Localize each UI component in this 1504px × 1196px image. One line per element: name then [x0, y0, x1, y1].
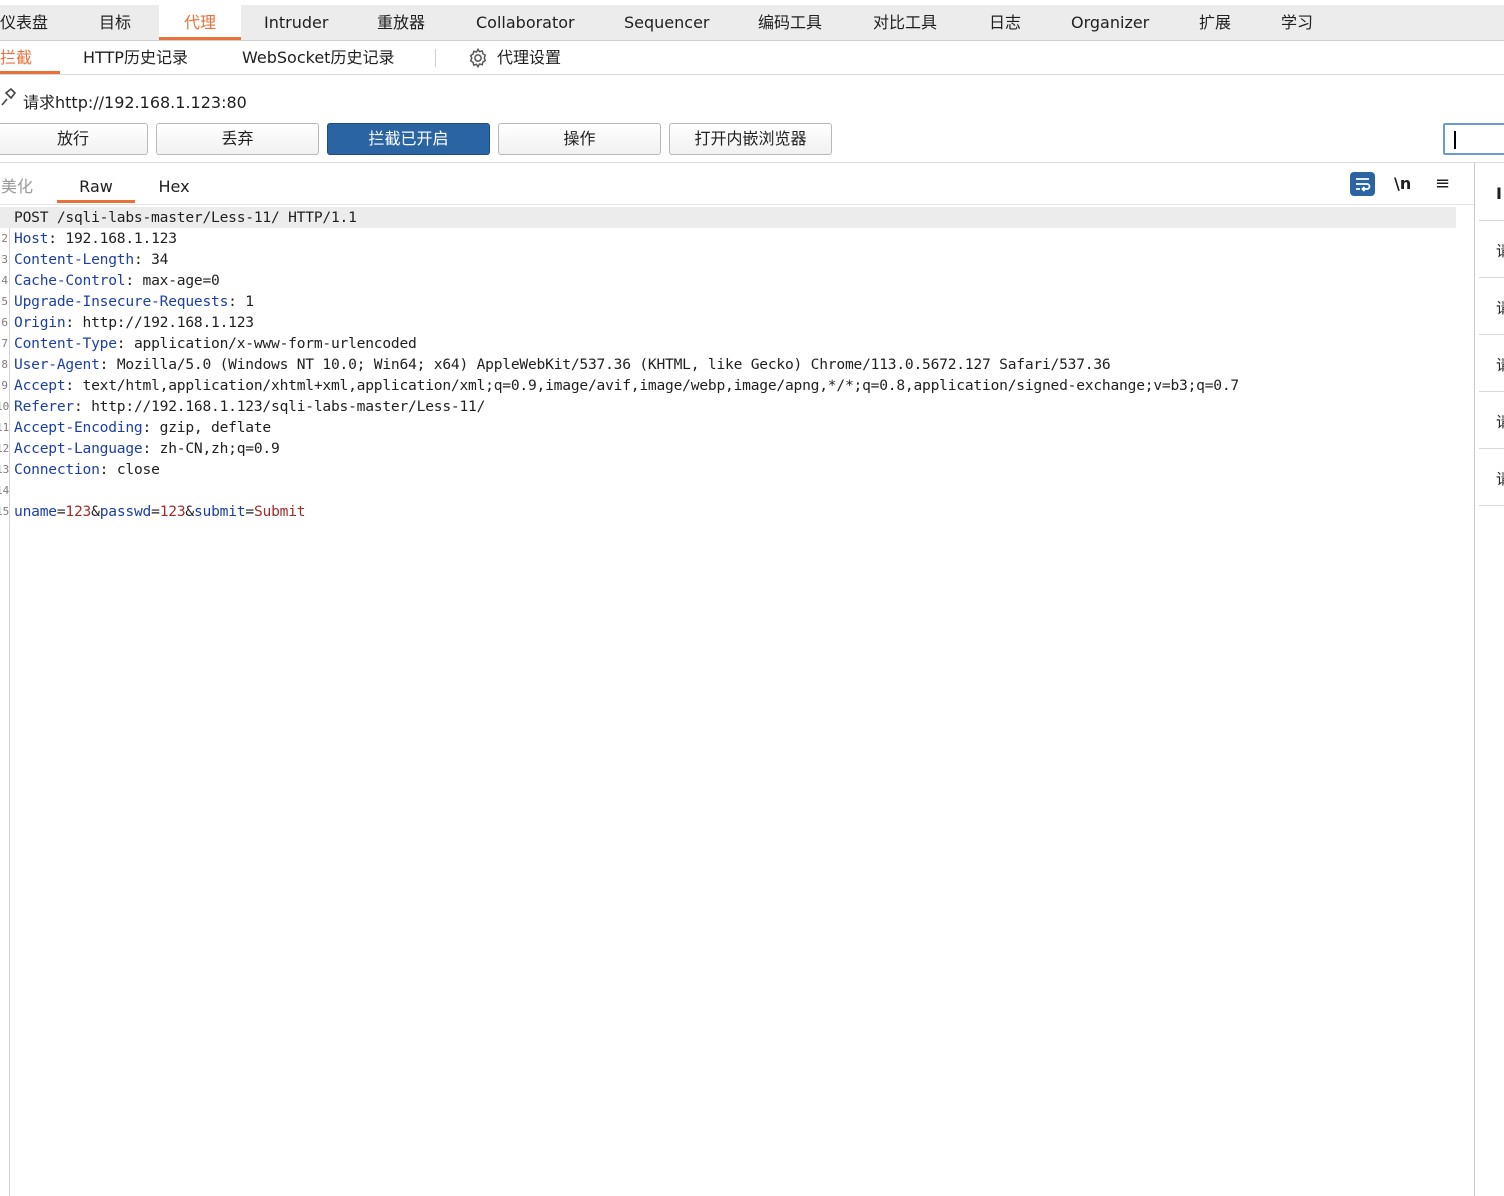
header-name: Accept — [14, 377, 66, 394]
param-key: uname — [14, 503, 57, 520]
header-value: 1 — [245, 293, 254, 310]
inspector-section[interactable]: 请 — [1496, 241, 1504, 261]
header-value: text/html,application/xhtml+xml,applicat… — [82, 377, 1240, 394]
inspector-divider — [1479, 505, 1504, 506]
header-value: max-age=0 — [142, 272, 220, 289]
header-name: Accept-Language — [14, 440, 143, 457]
header-line: Content-Type: application/x-www-form-url… — [14, 335, 417, 352]
header-name: User-Agent — [14, 356, 100, 373]
view-tab-hex[interactable]: Hex — [158, 176, 190, 203]
inspector-divider — [1479, 391, 1504, 392]
inspector-divider — [1479, 448, 1504, 449]
subtab-websocket-history[interactable]: WebSocket历史记录 — [242, 41, 394, 74]
subtab-proxy-settings[interactable]: 代理设置 — [497, 41, 561, 74]
pin-icon — [1, 88, 16, 106]
header-value: application/x-www-form-urlencoded — [133, 335, 417, 352]
tab-decoder[interactable]: 编码工具 — [758, 5, 822, 40]
tab-organizer[interactable]: Organizer — [1071, 5, 1149, 40]
header-name: Accept-Encoding — [14, 419, 143, 436]
inspector-title: I — [1496, 184, 1502, 203]
request-body-line: uname=123&passwd=123&submit=Submit — [14, 503, 306, 520]
view-tab-pretty[interactable]: 美化 — [0, 176, 34, 203]
param-value: Submit — [253, 503, 306, 520]
open-browser-button[interactable]: 打开内嵌浏览器 — [669, 123, 832, 155]
line-number: 14 — [0, 484, 10, 497]
header-value: Mozilla/5.0 (Windows NT 10.0; Win64; x64… — [116, 356, 1111, 373]
inspector-divider — [1479, 220, 1504, 221]
tab-dashboard[interactable]: 仪表盘 — [0, 5, 48, 40]
header-name: Referer — [14, 398, 74, 415]
inspector-section[interactable]: 请 — [1496, 298, 1504, 318]
request-line: POST /sqli-labs-master/Less-11/ HTTP/1.1 — [0, 207, 1456, 228]
editor-border — [0, 204, 1474, 205]
header-value: close — [116, 461, 160, 478]
action-button[interactable]: 操作 — [498, 123, 661, 155]
raw-request-editor[interactable]: 1 2 3 4 5 6 7 8 9 10 11 12 13 14 15 POST… — [0, 207, 1474, 1196]
header-value: 192.168.1.123 — [65, 230, 177, 247]
header-line: Accept-Encoding: gzip, deflate — [14, 419, 272, 436]
header-name: Cache-Control — [14, 272, 126, 289]
param-key: passwd — [99, 503, 152, 520]
header-line: Referer: http://192.168.1.123/sqli-labs-… — [14, 398, 486, 415]
tab-repeater[interactable]: 重放器 — [377, 5, 425, 40]
intercept-toggle-button[interactable]: 拦截已开启 — [327, 123, 490, 155]
header-line: User-Agent: Mozilla/5.0 (Windows NT 10.0… — [14, 356, 1111, 373]
tab-learn[interactable]: 学习 — [1281, 5, 1313, 40]
header-value: http://192.168.1.123/sqli-labs-master/Le… — [91, 398, 486, 415]
header-value: zh-CN,zh;q=0.9 — [159, 440, 280, 457]
header-line: Connection: close — [14, 461, 160, 478]
header-name: Upgrade-Insecure-Requests — [14, 293, 229, 310]
search-input[interactable] — [1443, 123, 1504, 155]
header-name: Content-Type — [14, 335, 117, 352]
request-line-text: POST /sqli-labs-master/Less-11/ HTTP/1.1 — [14, 209, 357, 226]
inspector-divider — [1479, 277, 1504, 278]
header-line: Upgrade-Insecure-Requests: 1 — [14, 293, 254, 310]
tab-logger[interactable]: 日志 — [989, 5, 1021, 40]
header-name: Host — [14, 230, 49, 247]
tab-sequencer[interactable]: Sequencer — [624, 5, 710, 40]
header-name: Content-Length — [14, 251, 134, 268]
subtab-intercept[interactable]: 拦截 — [0, 41, 60, 74]
param-value: 123 — [65, 503, 92, 520]
header-line: Origin: http://192.168.1.123 — [14, 314, 255, 331]
request-target-label: 请求http://192.168.1.123:80 — [23, 93, 247, 112]
header-line: Accept: text/html,application/xhtml+xml,… — [14, 377, 1240, 394]
header-value: http://192.168.1.123 — [82, 314, 255, 331]
forward-button[interactable]: 放行 — [0, 123, 148, 155]
gear-icon[interactable] — [467, 47, 489, 69]
tab-target[interactable]: 目标 — [99, 5, 131, 40]
tab-comparer[interactable]: 对比工具 — [873, 5, 937, 40]
newline-toggle-button[interactable]: \n — [1394, 174, 1416, 194]
header-line: Cache-Control: max-age=0 — [14, 272, 220, 289]
tab-collaborator[interactable]: Collaborator — [476, 5, 575, 40]
header-line: Content-Length: 34 — [14, 251, 169, 268]
header-value: 34 — [151, 251, 169, 268]
header-name: Connection — [14, 461, 100, 478]
view-tab-raw[interactable]: Raw — [57, 176, 135, 203]
proxy-subtab-bar: 拦截 HTTP历史记录 WebSocket历史记录 代理设置 — [0, 41, 1504, 75]
text-caret — [1454, 131, 1456, 149]
inspector-section[interactable]: 请 — [1496, 355, 1504, 375]
menu-icon[interactable]: ≡ — [1435, 174, 1453, 194]
param-value: 123 — [159, 503, 186, 520]
header-name: Origin — [14, 314, 66, 331]
word-wrap-icon[interactable] — [1350, 172, 1375, 196]
param-key: submit — [193, 503, 246, 520]
tab-extensions[interactable]: 扩展 — [1199, 5, 1231, 40]
tab-intruder[interactable]: Intruder — [264, 5, 328, 40]
inspector-panel[interactable]: I 请 请 请 请 请 — [1474, 163, 1504, 1196]
subtab-divider — [435, 49, 436, 67]
header-line: Host: 192.168.1.123 — [14, 230, 177, 247]
subtab-http-history[interactable]: HTTP历史记录 — [83, 41, 188, 74]
inspector-section[interactable]: 请 — [1496, 469, 1504, 489]
drop-button[interactable]: 丢弃 — [156, 123, 319, 155]
tab-proxy[interactable]: 代理 — [159, 5, 241, 40]
toolbar-divider — [0, 162, 1504, 163]
tool-tab-bar: 仪表盘 目标 代理 Intruder 重放器 Collaborator Sequ… — [0, 5, 1504, 41]
header-line: Accept-Language: zh-CN,zh;q=0.9 — [14, 440, 280, 457]
header-value: gzip, deflate — [159, 419, 272, 436]
inspector-section[interactable]: 请 — [1496, 412, 1504, 432]
inspector-divider — [1479, 334, 1504, 335]
